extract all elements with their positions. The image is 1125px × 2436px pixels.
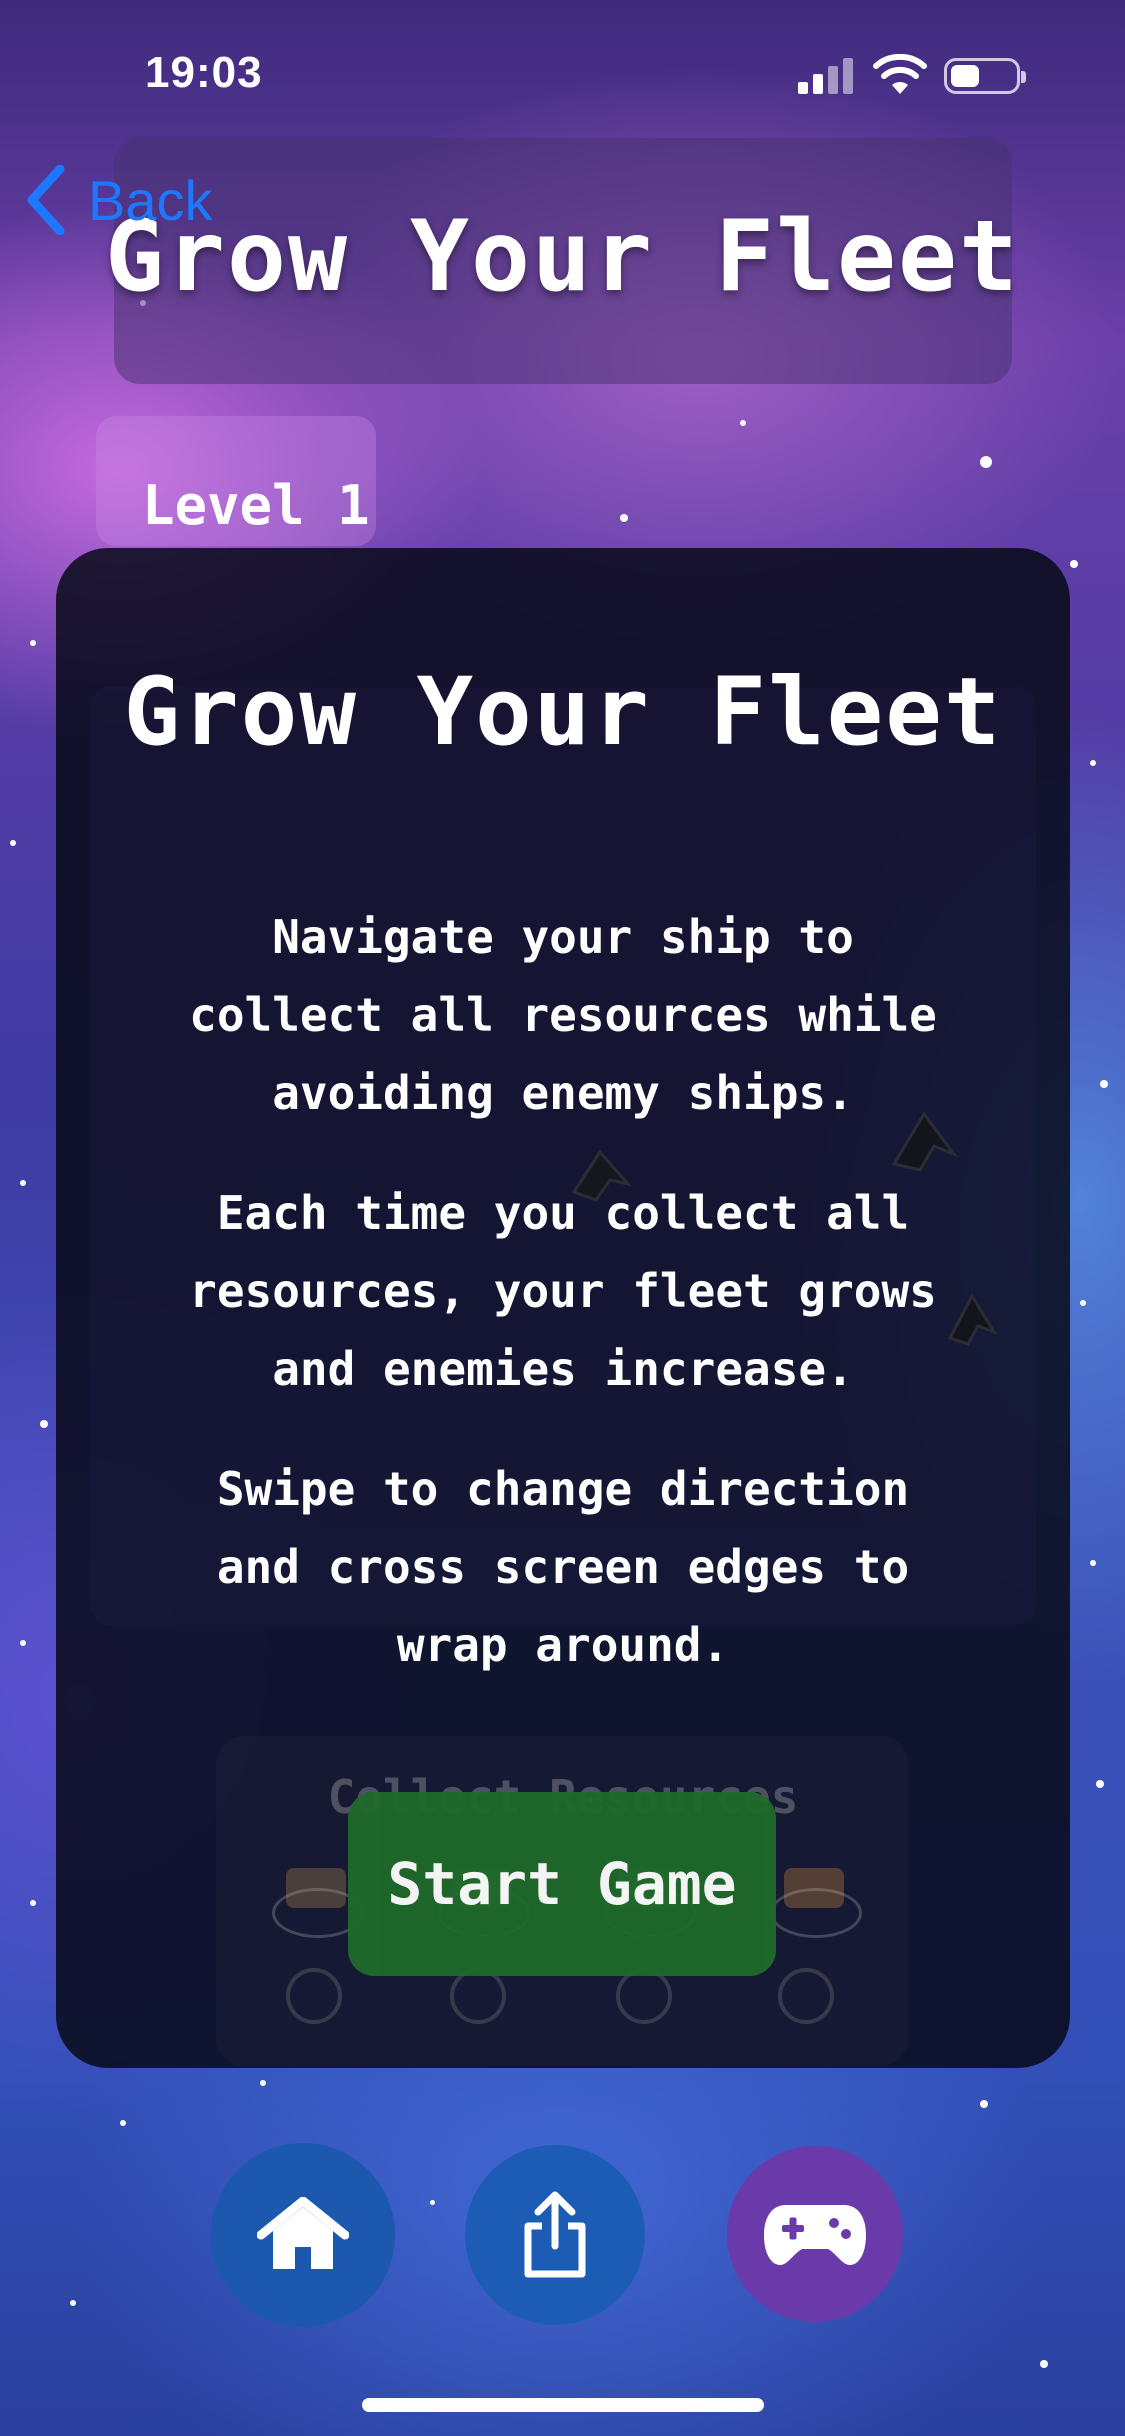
status-bar: 19:03	[0, 0, 1125, 150]
signal-icon	[798, 58, 858, 94]
home-indicator[interactable]	[362, 2398, 764, 2412]
start-game-button[interactable]: Start Game	[348, 1792, 776, 1976]
share-icon	[524, 2191, 586, 2278]
share-button[interactable]	[465, 2145, 645, 2325]
wifi-icon	[873, 54, 927, 94]
chevron-left-icon	[27, 165, 65, 235]
resource-slot	[286, 1968, 342, 2024]
resource-base	[770, 1888, 862, 1938]
back-label: Back	[88, 168, 213, 232]
resource-slot	[778, 1968, 834, 2024]
resource-slot	[450, 1968, 506, 2024]
instruction-paragraph: Each time you collect all resources, you…	[189, 1186, 937, 1396]
game-button[interactable]	[727, 2146, 903, 2322]
gamepad-icon	[764, 2205, 866, 2265]
battery-icon	[944, 58, 1026, 94]
instruction-paragraph: Swipe to change direction and cross scre…	[216, 1462, 910, 1672]
instruction-paragraph: Navigate your ship to collect all resour…	[189, 910, 937, 1120]
resource-slot	[616, 1968, 672, 2024]
home-icon	[257, 2197, 349, 2269]
status-time: 19:03	[145, 48, 263, 97]
level-label: Level 1	[142, 474, 370, 537]
home-button[interactable]	[211, 2143, 395, 2327]
back-button[interactable]: Back	[26, 160, 213, 240]
modal-title: Grow Your Fleet	[123, 658, 1003, 767]
